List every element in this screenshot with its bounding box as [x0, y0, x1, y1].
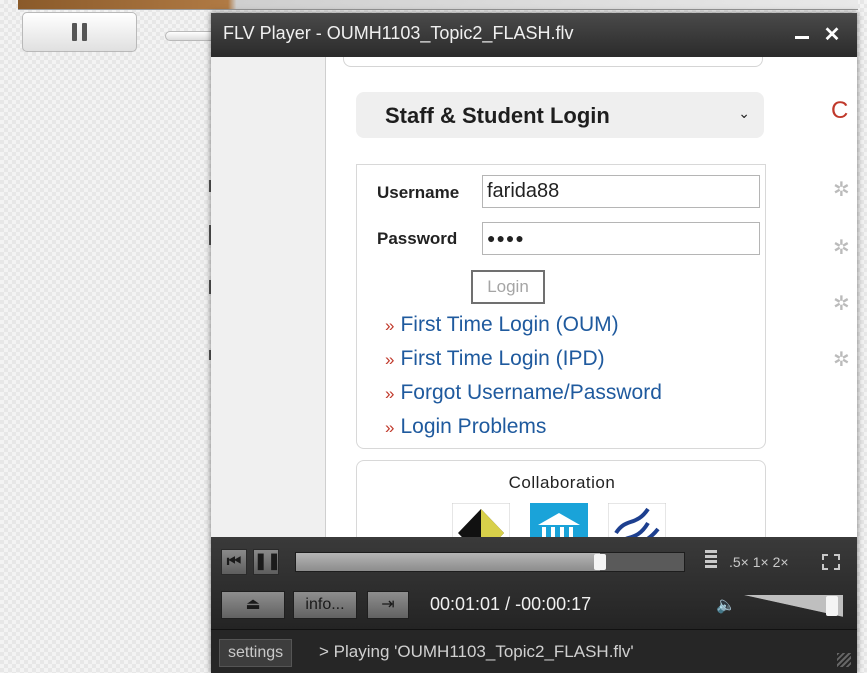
status-bar: settings > Playing 'OUMH1103_Topic2_FLAS… [211, 629, 857, 673]
link-forgot-password[interactable]: » Forgot Username/Password [385, 381, 662, 405]
login-header-label: Staff & Student Login [385, 103, 610, 128]
next-frame-button[interactable]: ⇥ [367, 591, 409, 619]
link-label: Login Problems [400, 415, 547, 438]
sun-icon: ✲ [833, 349, 850, 371]
speed-options[interactable]: .5× 1× 2× [729, 554, 789, 570]
background-pause-button[interactable] [22, 12, 137, 52]
speaker-icon[interactable]: 🔈 [716, 595, 736, 615]
time-display: 00:01:01 / -00:00:17 [430, 594, 592, 614]
previous-box-edge [343, 57, 763, 67]
window-title: FLV Player - OUMH1103_Topic2_FLASH.flv [223, 23, 574, 43]
link-label: First Time Login (OUM) [400, 313, 619, 336]
login-form: Username farida88 Password ●●●● Login » F… [356, 164, 766, 449]
volume-thumb[interactable] [826, 596, 838, 616]
link-first-time-oum[interactable]: » First Time Login (OUM) [385, 313, 619, 337]
skip-to-start-button[interactable]: ⏮ [221, 549, 247, 575]
playlist-icon[interactable] [705, 550, 717, 574]
login-button[interactable]: Login [471, 270, 545, 304]
player-controls: ⏮ ❚❚ .5× 1× 2× ⏏ info... ⇥ 00:01:01 / -0… [211, 537, 857, 629]
right-partial-heading: C [831, 97, 849, 124]
login-header[interactable]: Staff & Student Login ⌄ [356, 92, 764, 138]
seek-thumb[interactable] [594, 554, 606, 570]
settings-button[interactable]: settings [219, 639, 293, 667]
sun-icon: ✲ [833, 237, 850, 259]
eject-icon: ⏏ [245, 596, 261, 613]
chevron-down-icon: ⌄ [738, 105, 750, 121]
eject-button[interactable]: ⏏ [221, 591, 285, 619]
page-left-margin [211, 57, 326, 537]
skip-start-icon: ⏮ [226, 553, 242, 570]
fullscreen-icon[interactable] [822, 554, 840, 570]
video-area[interactable]: Staff & Student Login ⌄ Username farida8… [211, 57, 857, 537]
link-label: First Time Login (IPD) [400, 347, 605, 370]
info-button[interactable]: info... [293, 591, 357, 619]
unesco-logo-icon[interactable] [530, 503, 588, 537]
pause-icon [72, 23, 87, 41]
seek-progress [296, 553, 600, 571]
sun-icon: ✲ [833, 179, 850, 201]
password-label: Password [377, 229, 458, 248]
link-prefix: » [385, 316, 395, 335]
link-prefix: » [385, 384, 395, 403]
minimize-button[interactable] [789, 23, 815, 47]
step-forward-icon: ⇥ [381, 596, 395, 613]
link-prefix: » [385, 350, 395, 369]
username-field[interactable]: farida88 [482, 175, 760, 208]
link-login-problems[interactable]: » Login Problems [385, 415, 546, 439]
flv-player-window: FLV Player - OUMH1103_Topic2_FLASH.flv ✕… [211, 13, 857, 673]
username-label: Username [377, 183, 460, 202]
link-label: Forgot Username/Password [400, 381, 662, 404]
background-app-strip [18, 0, 858, 10]
pause-button[interactable]: ❚❚ [253, 549, 281, 575]
link-first-time-ipd[interactable]: » First Time Login (IPD) [385, 347, 605, 371]
password-field[interactable]: ●●●● [482, 222, 760, 255]
sun-icon: ✲ [833, 293, 850, 315]
close-button[interactable]: ✕ [819, 23, 845, 47]
resize-grip-icon[interactable] [837, 653, 851, 667]
status-text: > Playing 'OUMH1103_Topic2_FLASH.flv' [319, 642, 634, 661]
partner-logo-waves-icon[interactable] [608, 503, 666, 537]
volume-slider[interactable] [743, 595, 843, 617]
seek-bar[interactable] [295, 552, 685, 572]
pause-icon: ❚❚ [254, 553, 281, 570]
partner-logo-diamond-icon[interactable] [452, 503, 510, 537]
collaboration-box: Collaboration [356, 460, 766, 537]
link-prefix: » [385, 418, 395, 437]
minimize-icon [795, 36, 809, 39]
title-bar[interactable]: FLV Player - OUMH1103_Topic2_FLASH.flv ✕ [211, 13, 857, 57]
collaboration-title: Collaboration [508, 473, 616, 492]
